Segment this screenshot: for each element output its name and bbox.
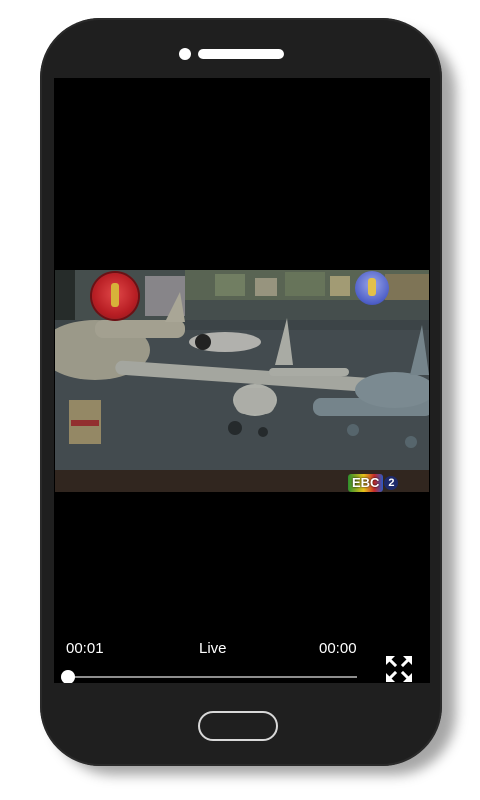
video-player-screen: EBC 2 00:01 Live 00:00 bbox=[54, 78, 430, 683]
seek-bar[interactable] bbox=[68, 676, 357, 678]
broadcaster-emblem-left bbox=[92, 273, 138, 319]
home-button[interactable] bbox=[198, 711, 278, 741]
fullscreen-button[interactable] bbox=[384, 654, 414, 683]
fullscreen-expand-icon bbox=[385, 655, 413, 683]
front-camera bbox=[179, 48, 191, 60]
current-time-label: 00:01 bbox=[66, 640, 104, 657]
phone-mockup-stage: EBC 2 00:01 Live 00:00 bbox=[0, 0, 480, 800]
video-frame[interactable]: EBC 2 bbox=[55, 270, 429, 492]
channel-badge: EBC 2 bbox=[348, 474, 399, 492]
channel-badge-number: 2 bbox=[384, 476, 399, 490]
channel-badge-text: EBC bbox=[348, 474, 384, 492]
broadcaster-emblem-right bbox=[355, 271, 389, 305]
seek-thumb[interactable] bbox=[61, 670, 75, 683]
live-status-label: Live bbox=[199, 640, 227, 657]
earpiece-speaker bbox=[198, 49, 284, 59]
total-duration-label: 00:00 bbox=[319, 640, 357, 657]
phone-frame: EBC 2 00:01 Live 00:00 bbox=[40, 18, 442, 766]
